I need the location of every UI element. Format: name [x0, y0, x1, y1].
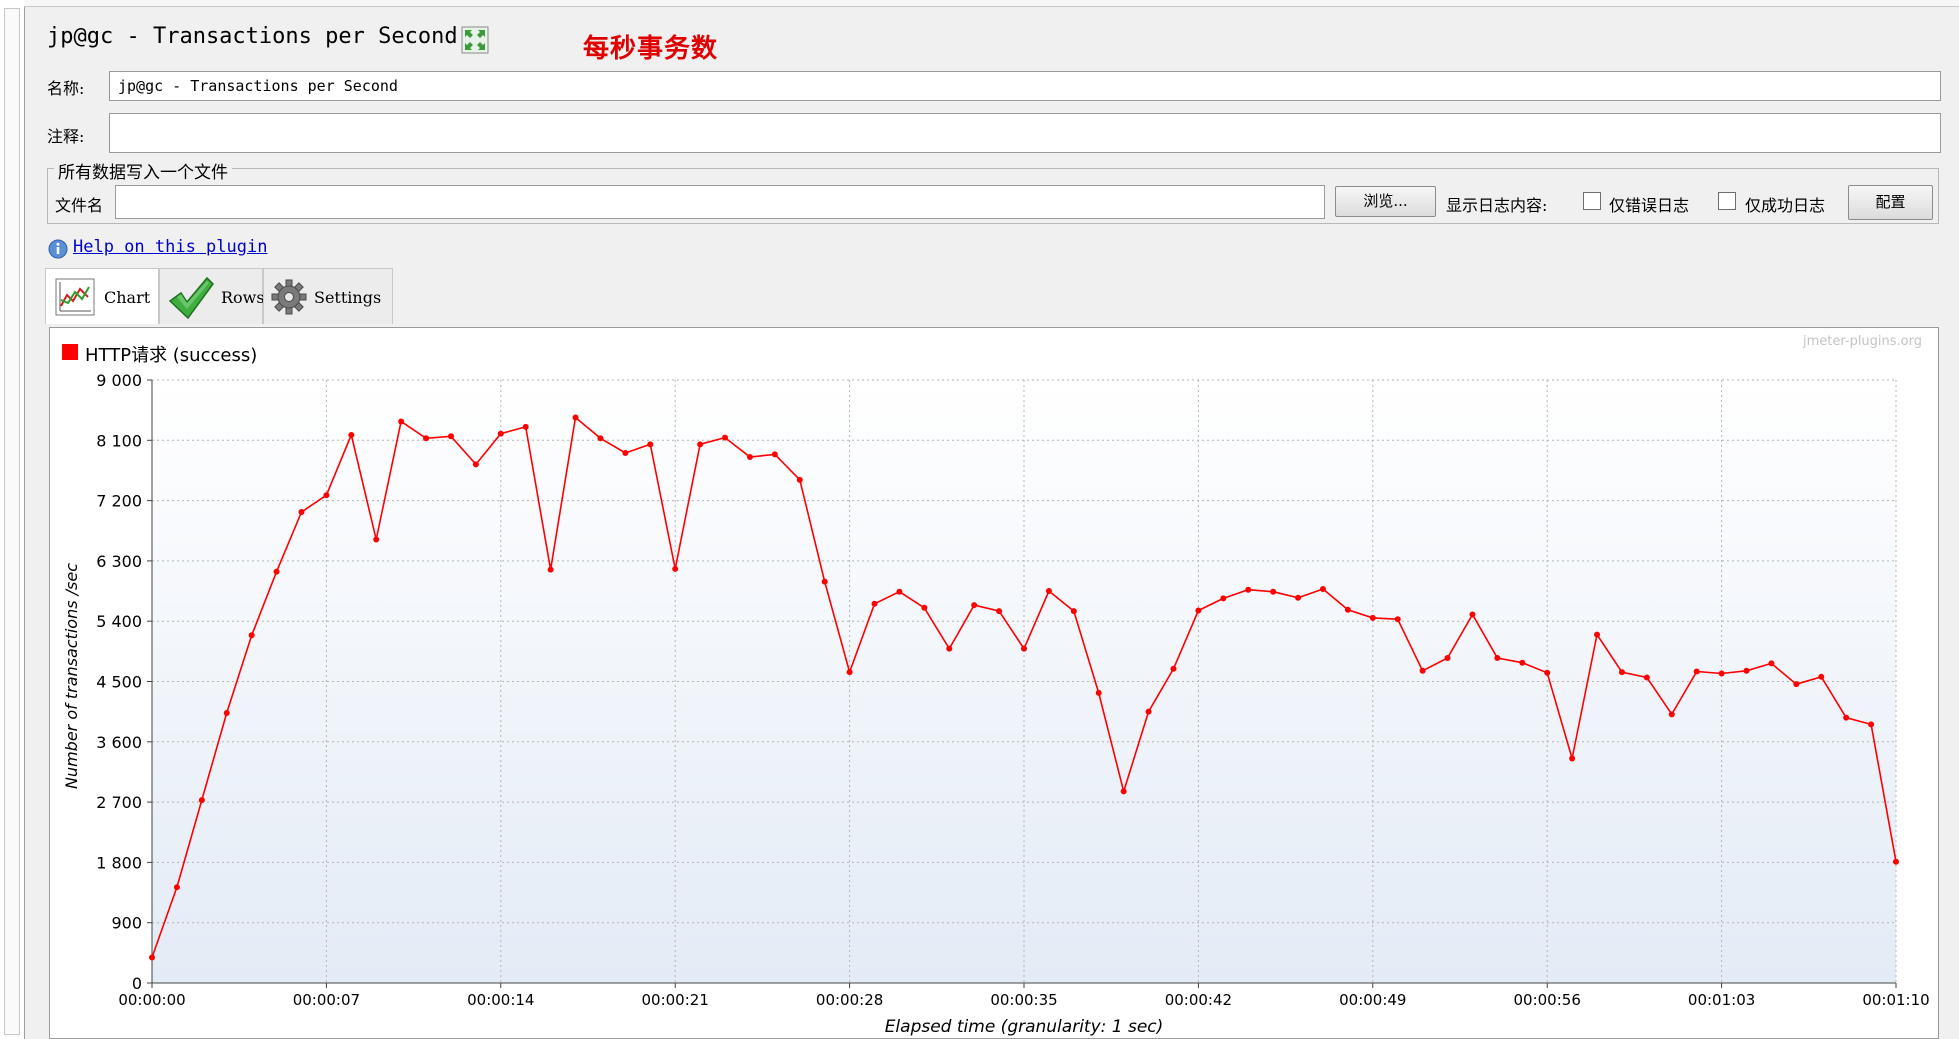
data-point	[497, 430, 504, 437]
data-point	[1643, 674, 1650, 681]
data-point	[1618, 669, 1625, 676]
data-point	[722, 434, 729, 441]
data-point	[771, 451, 778, 458]
data-point	[896, 588, 903, 595]
x-tick-label: 00:01:10	[1862, 991, 1929, 1009]
data-point	[1120, 788, 1127, 795]
data-point	[1270, 588, 1277, 595]
data-point	[572, 414, 579, 421]
data-point	[1868, 721, 1875, 728]
data-point	[1070, 608, 1077, 615]
data-point	[423, 435, 430, 442]
data-point	[1095, 689, 1102, 696]
data-point	[1469, 611, 1476, 618]
data-point	[1818, 673, 1825, 680]
data-point	[1444, 655, 1451, 662]
data-point	[1170, 665, 1177, 672]
data-point	[1021, 645, 1027, 652]
data-point	[622, 450, 629, 457]
y-axis-title: Number of transactions /sec	[62, 563, 81, 789]
data-point	[1668, 711, 1675, 718]
data-point	[1843, 714, 1850, 721]
y-tick-label: 6 300	[96, 552, 142, 571]
tps-line-chart: 09001 8002 7003 6004 5005 4006 3007 2008…	[62, 371, 1930, 1037]
x-tick-label: 00:00:21	[642, 991, 709, 1009]
data-point	[1145, 708, 1152, 715]
data-point	[746, 454, 753, 461]
data-point	[846, 669, 853, 676]
x-tick-label: 00:01:03	[1688, 991, 1755, 1009]
data-point	[1319, 586, 1326, 593]
watermark: jmeter-plugins.org	[1803, 334, 1923, 349]
data-point	[821, 578, 828, 585]
data-point	[1718, 670, 1725, 677]
data-point	[1045, 588, 1052, 595]
data-point	[273, 568, 280, 575]
data-point	[1544, 669, 1551, 676]
data-point	[173, 884, 180, 891]
data-point	[223, 709, 230, 716]
legend-swatch	[62, 344, 78, 360]
data-point	[1743, 667, 1750, 674]
y-tick-label: 1 800	[96, 853, 142, 872]
data-point	[1768, 660, 1775, 667]
y-tick-label: 5 400	[96, 612, 142, 631]
data-point	[348, 431, 355, 438]
data-point	[672, 565, 679, 572]
x-tick-label: 00:00:49	[1339, 991, 1406, 1009]
data-point	[1893, 858, 1899, 865]
data-point	[796, 476, 803, 483]
y-tick-label: 9 000	[96, 371, 142, 390]
data-point	[398, 418, 405, 425]
data-point	[298, 508, 305, 515]
data-point	[1569, 755, 1576, 762]
data-point	[198, 797, 205, 804]
data-point	[1394, 616, 1401, 623]
data-point	[1344, 606, 1351, 613]
x-tick-label: 00:00:56	[1514, 991, 1581, 1009]
data-point	[1419, 667, 1426, 674]
x-axis-title: Elapsed time (granularity: 1 sec)	[885, 1017, 1164, 1037]
data-point	[1195, 607, 1202, 614]
data-point	[1369, 614, 1376, 621]
data-point	[248, 632, 255, 639]
data-point	[1245, 586, 1252, 593]
y-tick-label: 3 600	[96, 733, 142, 752]
data-point	[647, 441, 654, 448]
data-point	[1793, 681, 1800, 688]
x-tick-label: 00:00:07	[293, 991, 360, 1009]
y-tick-label: 7 200	[96, 492, 142, 511]
data-point	[1693, 668, 1700, 675]
data-point	[373, 536, 380, 543]
x-tick-label: 00:00:14	[467, 991, 534, 1009]
data-point	[447, 433, 454, 440]
x-tick-label: 00:00:00	[118, 991, 185, 1009]
data-point	[1494, 655, 1501, 662]
y-tick-label: 900	[111, 914, 142, 933]
y-tick-label: 8 100	[96, 431, 142, 450]
x-tick-label: 00:00:42	[1165, 991, 1232, 1009]
data-point	[1594, 631, 1601, 638]
legend-label: HTTP请求 (success)	[85, 345, 258, 366]
data-point	[323, 492, 330, 499]
data-point	[697, 441, 704, 448]
data-point	[1295, 594, 1302, 601]
data-point	[597, 435, 604, 442]
data-point	[522, 423, 529, 430]
x-tick-label: 00:00:28	[816, 991, 883, 1009]
y-tick-label: 2 700	[96, 793, 142, 812]
data-point	[921, 604, 928, 611]
data-point	[1220, 595, 1227, 602]
y-tick-label: 4 500	[96, 673, 142, 692]
data-point	[871, 600, 878, 607]
data-point	[971, 602, 978, 609]
data-point	[472, 461, 479, 468]
x-tick-label: 00:00:35	[990, 991, 1057, 1009]
data-point	[547, 566, 554, 573]
data-point	[149, 954, 155, 961]
data-point	[1519, 659, 1526, 666]
data-point	[996, 608, 1003, 615]
data-point	[946, 645, 953, 652]
